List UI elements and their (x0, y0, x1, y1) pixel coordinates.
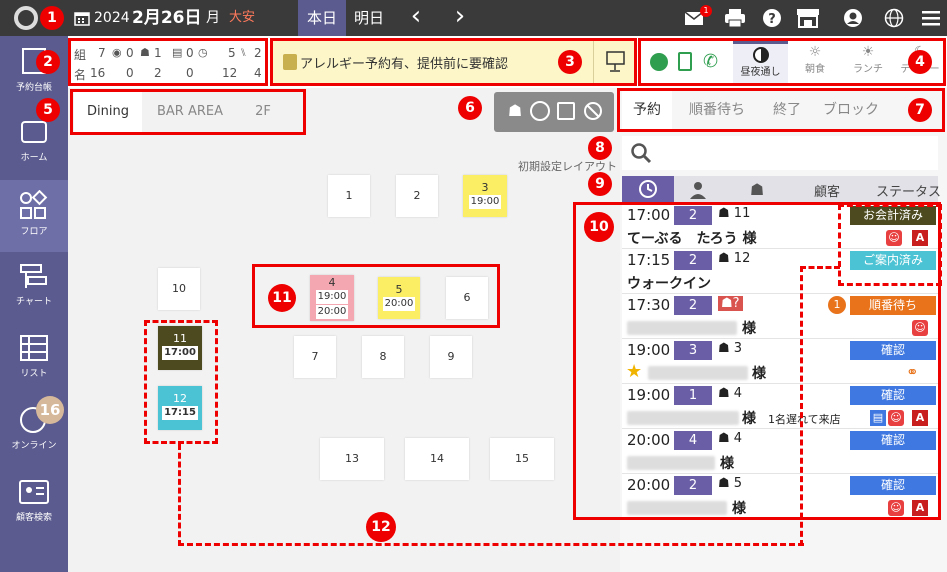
table-number: 2 (413, 189, 421, 202)
dashed-connector (800, 266, 803, 546)
today-button[interactable]: 本日 (298, 0, 346, 36)
table-2[interactable]: 2 (396, 175, 438, 217)
clock-icon (639, 180, 657, 198)
block-icon[interactable] (583, 101, 603, 121)
table-number: 1 (345, 189, 353, 202)
sidebar-item-list[interactable]: リスト (0, 324, 68, 396)
sidebar-item-label: 予約台帳 (15, 83, 52, 93)
floor-icon (20, 190, 48, 219)
table-15[interactable]: 15 (490, 438, 554, 480)
table-number: 8 (379, 350, 387, 363)
callout-7: 7 (908, 98, 932, 122)
customer-card-icon (19, 480, 49, 504)
sort-people-header[interactable] (688, 180, 708, 200)
callout-10: 10 (584, 212, 614, 242)
callout-9: 9 (588, 172, 612, 196)
date-label[interactable]: 2月26日 (132, 0, 202, 36)
callout-6: 6 (458, 96, 482, 120)
sidebar-item-home[interactable]: ホーム (0, 108, 68, 180)
sidebar-item-ledger[interactable]: 予約台帳 (0, 36, 68, 108)
sidebar-item-label: フロア (20, 227, 48, 237)
dashed-connector (800, 266, 840, 269)
callout-1: 1 (40, 6, 64, 30)
person-icon (690, 182, 706, 199)
dashed-connector (178, 543, 804, 546)
table-3[interactable]: 3 19:00 (463, 175, 507, 217)
table-10[interactable]: 10 (158, 268, 200, 310)
table-number: 14 (430, 452, 444, 465)
rokuyo-label: 大安 (229, 10, 256, 25)
sidebar-item-label: オンライン (11, 441, 57, 451)
calendar-icon[interactable] (74, 10, 90, 26)
svg-text:?: ? (768, 12, 776, 27)
callout-5: 5 (36, 98, 60, 122)
sort-status-header[interactable]: ステータス (876, 181, 941, 200)
search-bar[interactable] (622, 136, 938, 170)
table-number: 9 (447, 350, 455, 363)
table-13[interactable]: 13 (320, 438, 384, 480)
highlight-modes (638, 38, 946, 86)
table-number: 15 (515, 452, 529, 465)
help-icon[interactable]: ? (762, 8, 782, 28)
sort-table-header[interactable]: ☗ (746, 180, 768, 200)
table-number: 10 (172, 282, 186, 295)
table-7[interactable]: 7 (294, 336, 336, 378)
table-view-icon[interactable]: ☗ (504, 100, 526, 122)
tomorrow-button[interactable]: 明日 (348, 0, 390, 36)
language-icon[interactable] (884, 8, 904, 28)
sort-customer-header[interactable]: 顧客 (814, 181, 840, 200)
year-label: 2024 (94, 10, 130, 26)
mail-badge: 1 (700, 5, 712, 17)
next-day-button[interactable]: › (448, 0, 472, 36)
clock-icon[interactable] (530, 101, 550, 121)
chart-icon (20, 264, 47, 288)
sidebar-item-label: チャート (16, 297, 52, 307)
table-number: 7 (311, 350, 319, 363)
highlight-stats (68, 38, 268, 86)
app-logo-icon[interactable] (14, 6, 38, 30)
callout-3: 3 (558, 50, 582, 74)
table-time: 19:00 (468, 195, 502, 209)
list-icon (20, 335, 48, 361)
table-1[interactable]: 1 (328, 175, 370, 217)
sidebar-item-label: リスト (20, 369, 48, 379)
sidebar-item-floor[interactable]: フロア (0, 180, 68, 252)
prev-day-button[interactable]: ‹ (404, 0, 428, 36)
highlight-list-tabs (617, 88, 945, 132)
highlight-status-dashed (838, 204, 942, 286)
square-icon[interactable] (557, 102, 575, 120)
highlight-floor-tabs (70, 89, 306, 135)
search-icon[interactable] (630, 142, 652, 164)
callout-12: 12 (366, 512, 396, 542)
callout-2: 2 (36, 50, 60, 74)
weekday-label: 月 (206, 10, 220, 26)
sidebar-item-chart[interactable]: チャート (0, 252, 68, 324)
callout-8: 8 (588, 136, 612, 160)
home-icon (21, 121, 47, 143)
table-9[interactable]: 9 (430, 336, 472, 378)
table-number: 13 (345, 452, 359, 465)
sidebar-item-customer-search[interactable]: 顧客検索 (0, 468, 68, 540)
highlight-walkin-tables (144, 320, 218, 444)
table-number: 3 (481, 181, 489, 194)
sort-time-header[interactable] (622, 176, 674, 202)
dashed-connector (178, 444, 181, 546)
sidebar-item-label: ホーム (20, 153, 48, 163)
account-icon[interactable] (843, 8, 863, 28)
store-icon[interactable] (796, 8, 820, 28)
printer-icon[interactable] (724, 8, 746, 28)
online-badge: 16 (36, 396, 64, 424)
menu-icon[interactable] (922, 10, 940, 26)
table-8[interactable]: 8 (362, 336, 404, 378)
callout-4: 4 (908, 50, 932, 74)
callout-11: 11 (268, 284, 296, 312)
sidebar-item-label: 顧客検索 (15, 513, 52, 523)
table-14[interactable]: 14 (405, 438, 469, 480)
